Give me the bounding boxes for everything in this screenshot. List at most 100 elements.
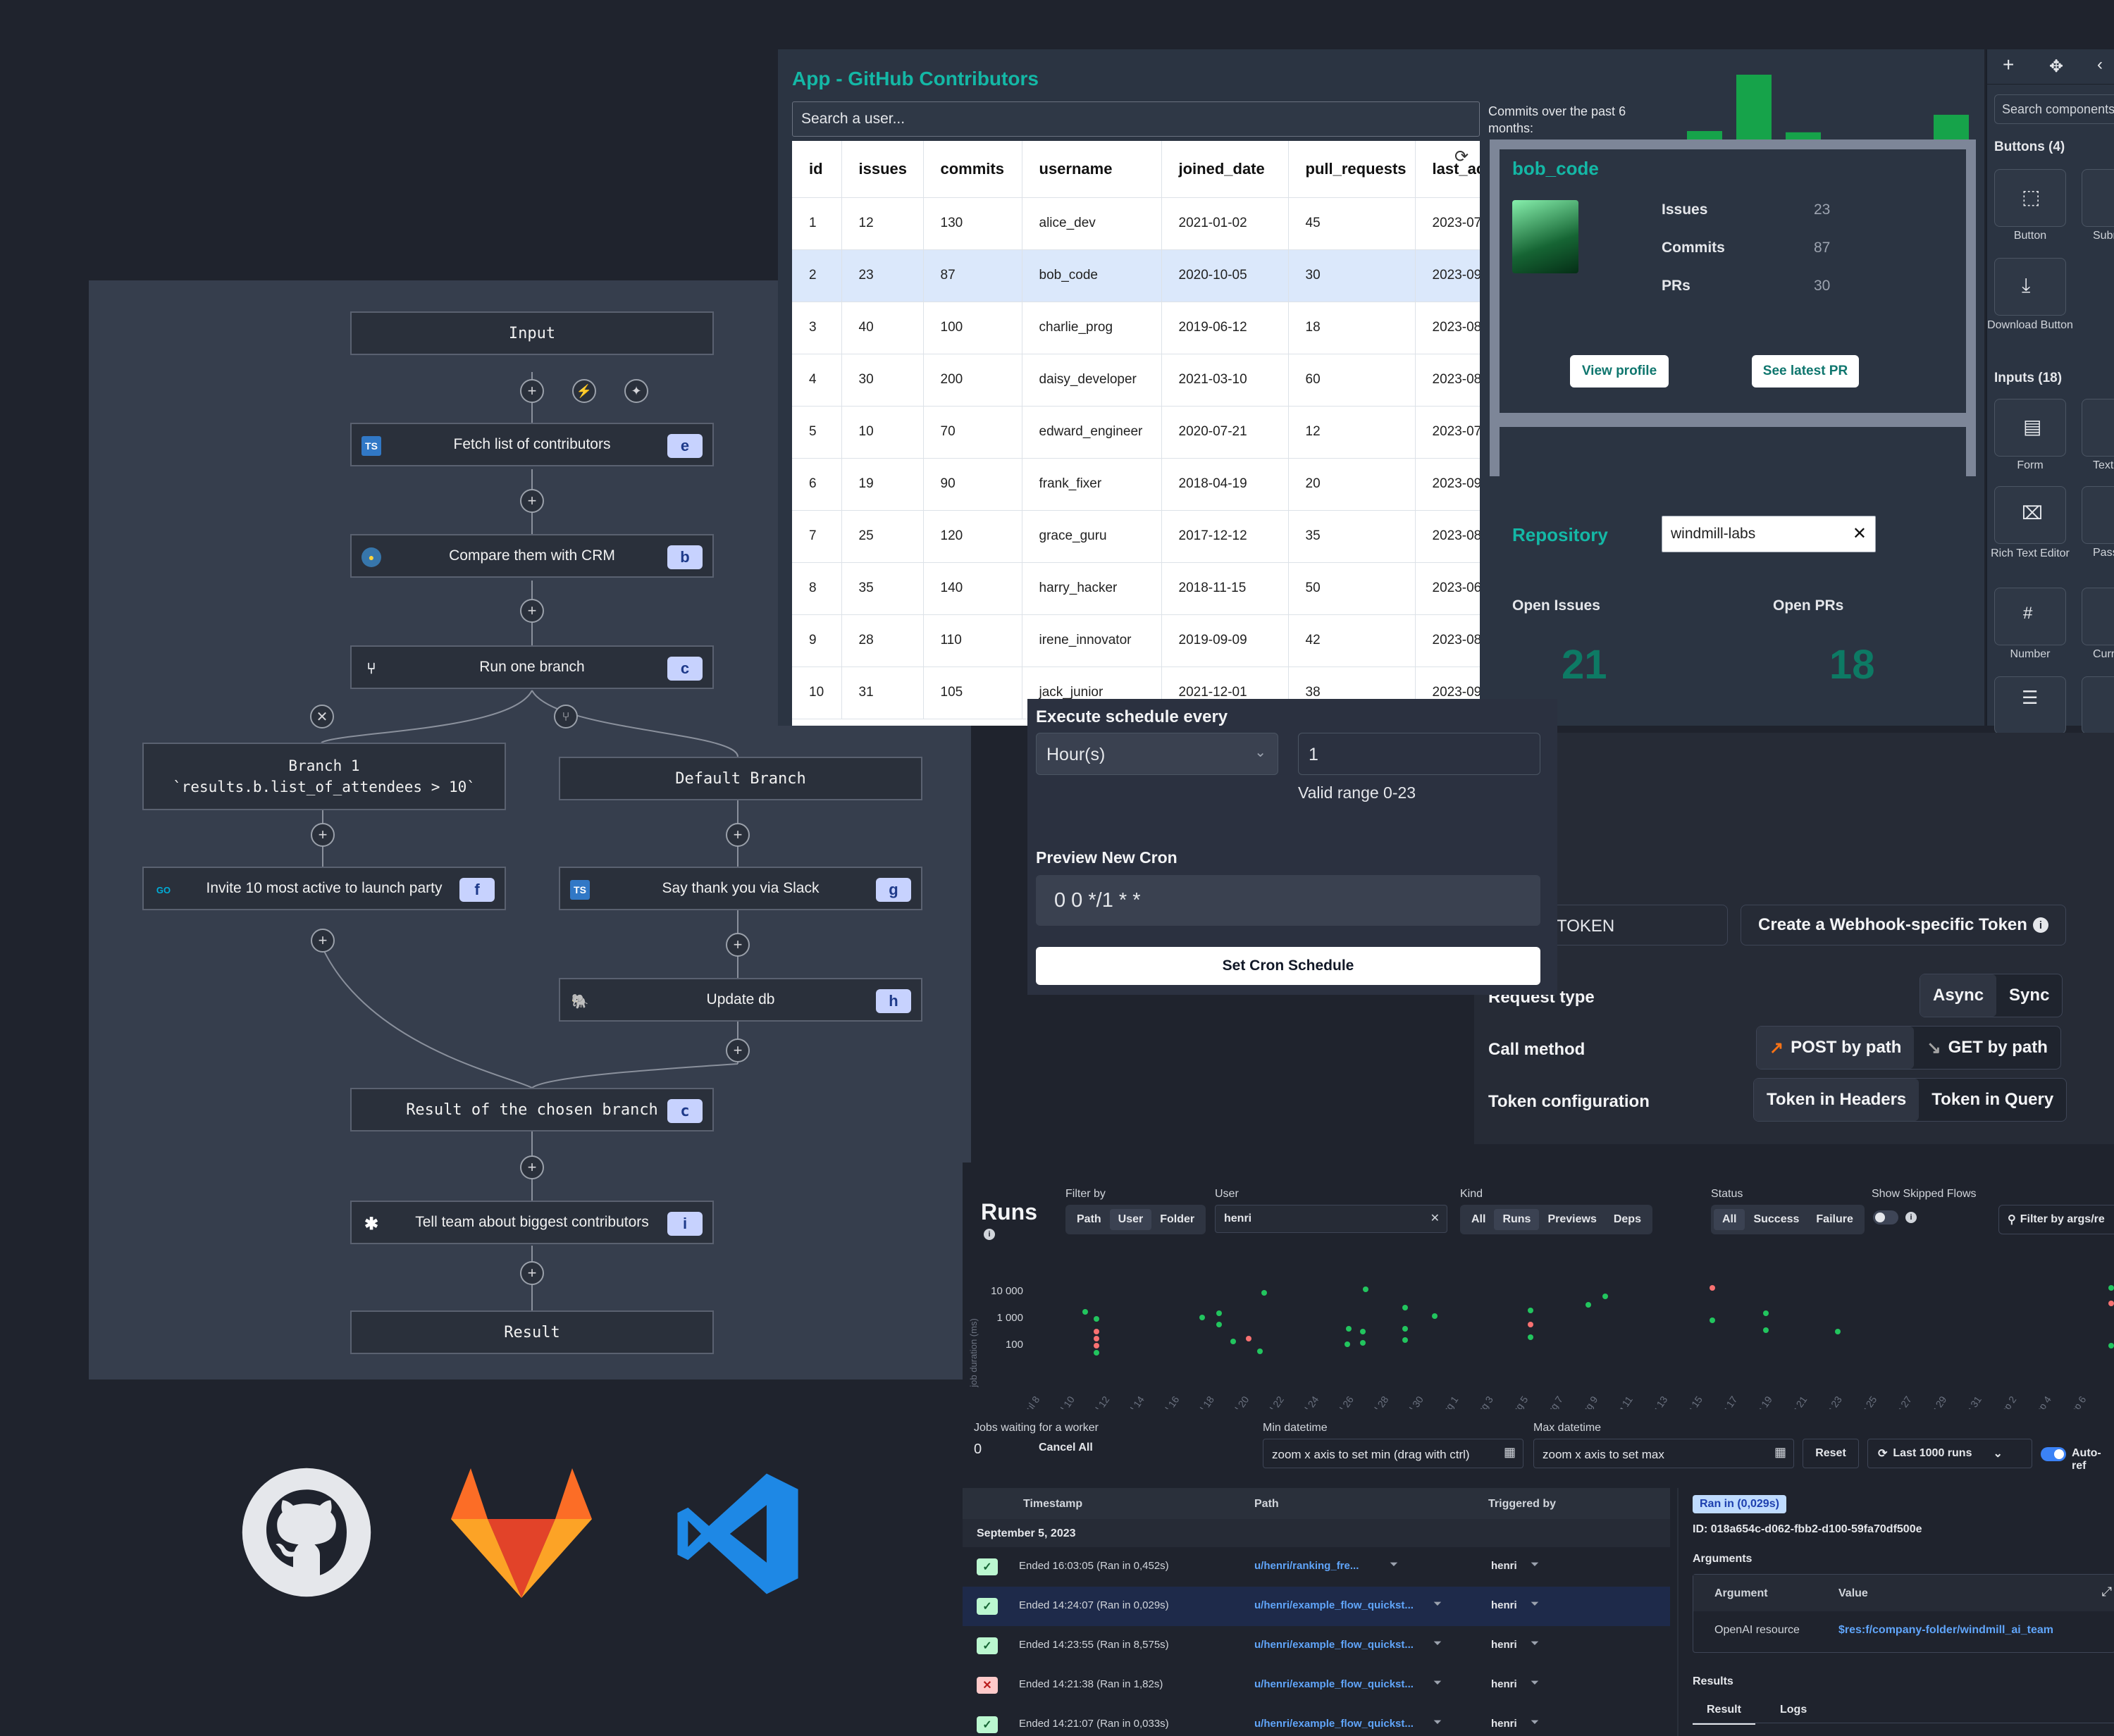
filter-icon[interactable]: ⏷ [1531,1716,1539,1728]
auto-refresh-toggle[interactable] [2041,1447,2066,1461]
run-point[interactable] [1710,1285,1715,1291]
button-component[interactable]: ⬚ [1994,169,2066,227]
run-point[interactable] [1363,1286,1368,1292]
run-point[interactable] [1402,1305,1408,1310]
table-row[interactable]: 7 25 120 grace_guru 2017-12-12 35 2023-08 [792,510,1480,563]
table-row[interactable]: 3 40 100 charlie_prog 2019-06-12 18 2023-08 [792,302,1480,354]
bolt-icon[interactable]: ⚡ [572,379,596,403]
tab-result[interactable]: Result [1693,1697,1755,1725]
run-point[interactable] [1402,1326,1408,1332]
table-row[interactable]: 2 23 87 bob_code 2020-10-05 30 2023-09 [792,249,1480,302]
component-search-input[interactable]: Search components [1994,94,2114,124]
flow-step-branch[interactable]: ⑂ Run one branch c [350,645,714,689]
kind-deps[interactable]: Deps [1605,1209,1650,1230]
flow-step-update-db[interactable]: 🐘 Update db h [559,978,922,1022]
column-header[interactable]: pull_requests [1288,141,1416,198]
run-point[interactable] [1257,1348,1263,1354]
run-point[interactable] [1586,1302,1591,1308]
add-step-button[interactable]: + [311,929,335,953]
plus-icon[interactable]: + [2003,54,2014,76]
column-header[interactable]: commits [923,141,1022,198]
filter-folder[interactable]: Folder [1151,1209,1203,1230]
sync-option[interactable]: Sync [1996,974,2062,1017]
run-path-link[interactable]: u/henri/example_flow_quickst... [1254,1718,1414,1730]
skipped-flows-toggle[interactable] [1873,1210,1898,1224]
run-point[interactable] [1261,1290,1267,1296]
create-token-button[interactable]: Create a Webhook-specific Token i [1741,905,2066,946]
set-cron-button[interactable]: Set Cron Schedule [1036,947,1540,985]
tab-logs[interactable]: Logs [1766,1697,1821,1723]
repository-input[interactable]: windmill-labs ✕ [1662,516,1876,552]
run-point[interactable] [1094,1329,1099,1334]
flow-step-invite[interactable]: GO Invite 10 most active to launch party… [142,867,506,910]
add-branch-button[interactable]: ⑂ [554,705,578,728]
clear-icon[interactable]: ✕ [1853,523,1867,544]
flow-step-compare[interactable]: ● Compare them with CRM b [350,534,714,578]
add-step-button[interactable]: + [520,1261,544,1285]
run-point[interactable] [1094,1343,1099,1348]
filter-args-button[interactable]: ⚲ Filter by args/re [1998,1205,2114,1234]
run-path-link[interactable]: u/henri/ranking_fre... [1254,1560,1359,1572]
status-failure[interactable]: Failure [1807,1209,1861,1230]
flow-step-slack-thanks[interactable]: TS Say thank you via Slack g [559,867,922,910]
expand-icon[interactable]: ⤢ [2102,1585,2112,1599]
cancel-all-button[interactable]: Cancel All [1039,1442,1093,1454]
argument-value-link[interactable]: $res:f/company-folder/windmill_ai_team [1838,1624,2053,1637]
reset-button[interactable]: Reset [1803,1439,1859,1468]
slider-component[interactable]: ☰ [1994,676,2066,734]
run-point[interactable] [2108,1285,2114,1291]
run-limit-select[interactable]: ⟳ Last 1000 runs ⌄ [1867,1439,2032,1468]
run-point[interactable] [1763,1327,1769,1333]
flow-result-node[interactable]: Result [350,1310,714,1354]
table-row[interactable]: 8 35 140 harry_hacker 2018-11-15 50 2023-06 [792,562,1480,615]
min-datetime-input[interactable]: zoom x axis to set min (drag with ctrl) … [1263,1439,1523,1468]
submit-component[interactable] [2082,169,2114,227]
user-filter-input[interactable]: henri ✕ [1215,1205,1447,1233]
run-point[interactable] [1082,1309,1088,1315]
calendar-icon[interactable]: ▦ [1774,1445,1786,1460]
rich-text-editor-component[interactable]: ⌧ [1994,486,2066,544]
run-point[interactable] [1528,1322,1533,1327]
run-point[interactable] [1216,1310,1222,1316]
add-step-button[interactable]: + [726,1038,750,1062]
max-datetime-input[interactable]: zoom x axis to set max ▦ [1533,1439,1794,1468]
run-point[interactable] [1432,1313,1438,1319]
flow-step-tell-team[interactable]: ✱ Tell team about biggest contributors i [350,1201,714,1244]
run-path-link[interactable]: u/henri/example_flow_quickst... [1254,1599,1414,1611]
run-point[interactable] [1230,1339,1236,1344]
async-option[interactable]: Async [1920,974,1997,1017]
run-point[interactable] [1602,1294,1608,1299]
run-row[interactable]: ✓ Ended 14:23:55 (Ran in 8,575s) u/henri/e… [963,1626,1670,1666]
clear-icon[interactable]: ✕ [1430,1211,1440,1225]
run-row[interactable]: ✓ Ended 14:24:07 (Ran in 0,029s) u/henri/e… [963,1587,1670,1626]
flow-branch-1[interactable]: Branch 1 `results.b.list_of_attendees > … [142,743,506,810]
interval-input[interactable]: 1 [1298,733,1540,775]
flow-step-fetch[interactable]: TS Fetch list of contributors e [350,423,714,466]
view-profile-button[interactable]: View profile [1570,355,1669,388]
run-point[interactable] [1346,1326,1352,1332]
token-in-query-option[interactable]: Token in Query [1919,1079,2066,1121]
run-point[interactable] [2108,1301,2114,1306]
run-point[interactable] [1246,1336,1251,1341]
filter-icon[interactable]: ⏷ [1531,1637,1539,1649]
run-point[interactable] [1528,1334,1533,1340]
add-step-button[interactable]: + [311,823,335,847]
filter-icon[interactable]: ⏷ [1531,1558,1539,1570]
flow-branch-result[interactable]: Result of the chosen branch c [350,1088,714,1132]
kind-runs[interactable]: Runs [1494,1209,1540,1230]
run-point[interactable] [1094,1350,1099,1356]
form-component[interactable]: ▤ [1994,399,2066,457]
filter-user[interactable]: User [1109,1209,1152,1230]
add-step-button[interactable]: + [520,1155,544,1179]
add-step-button[interactable]: + [520,489,544,513]
table-row[interactable]: 5 10 70 edward_engineer 2020-07-21 12 2023-07 [792,406,1480,459]
run-path-link[interactable]: u/henri/example_flow_quickst... [1254,1678,1414,1690]
get-option[interactable]: ↘ GET by path [1914,1027,2060,1069]
flow-input-node[interactable]: Input [350,311,714,355]
unit-select[interactable]: Hour(s) ⌄ [1036,733,1278,775]
download-button-component[interactable]: ⤓ [1994,258,2066,316]
filter-icon[interactable]: ⏷ [1531,1598,1539,1610]
currency-component[interactable] [2082,588,2114,645]
calendar-icon[interactable]: ▦ [1504,1445,1516,1460]
filter-icon[interactable]: ⏷ [1433,1677,1442,1689]
